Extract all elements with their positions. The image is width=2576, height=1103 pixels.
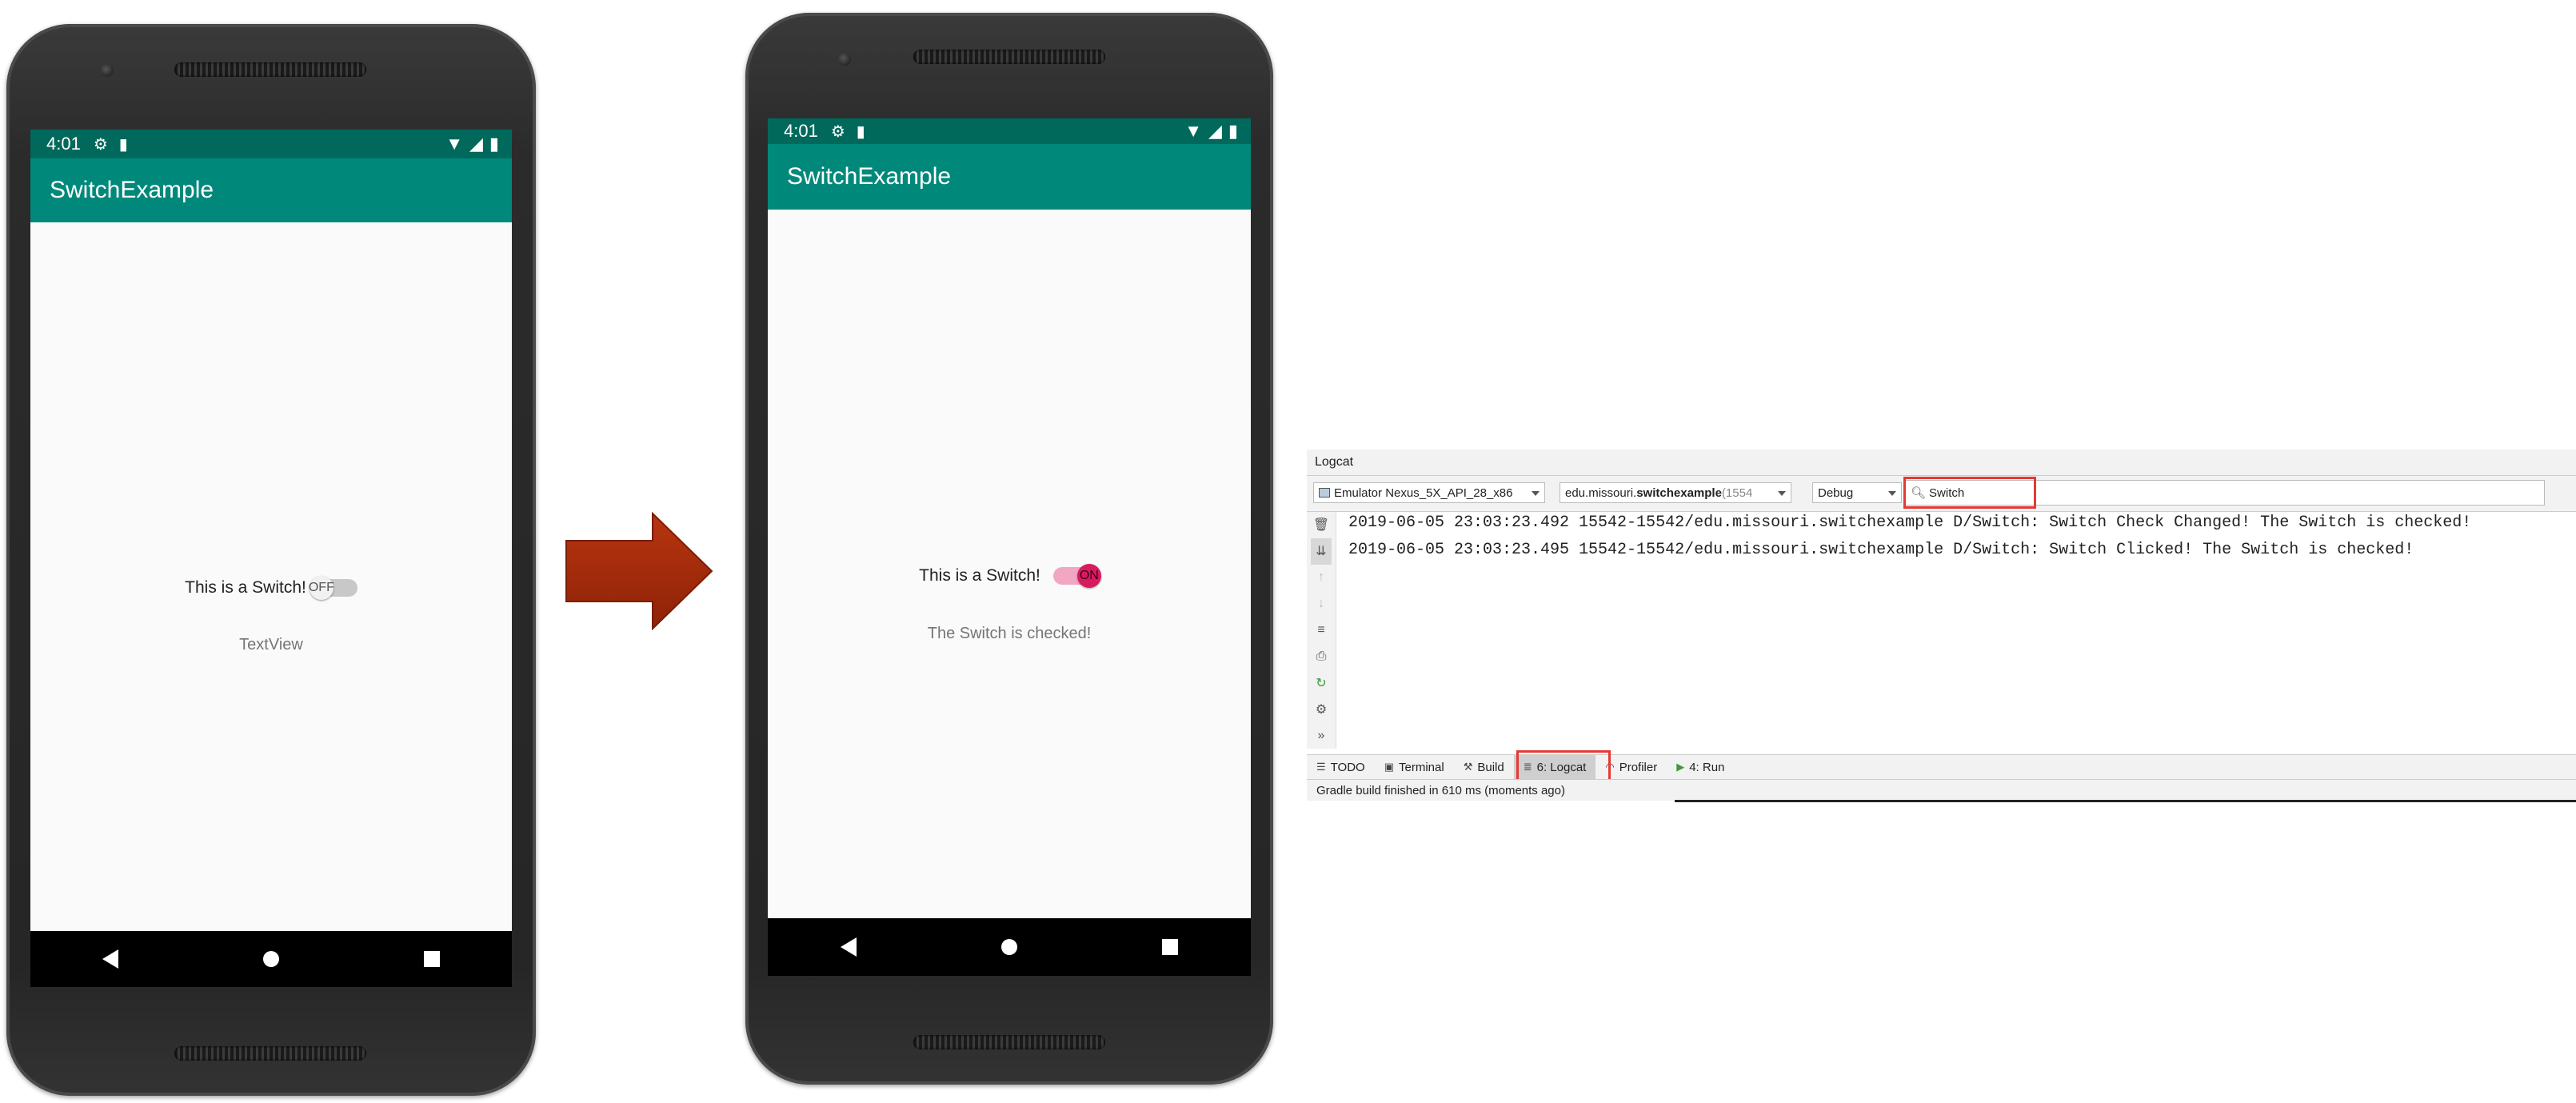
settings-icon: ⚙: [93, 135, 108, 154]
process-dropdown[interactable]: edu.missouri. switchexample (1554: [1560, 482, 1791, 503]
scroll-to-end-icon[interactable]: ⇊: [1311, 538, 1332, 565]
navigation-bar: [768, 918, 1251, 976]
device-value: Emulator Nexus_5X_API_28_x86: [1334, 486, 1513, 500]
restart-icon[interactable]: ↻: [1311, 669, 1332, 696]
status-bar: 4:01 ⚙ ▮ ▼ ◢ ▮: [30, 130, 512, 158]
signal-icon: ◢: [469, 134, 483, 154]
divider: [1675, 800, 2576, 802]
more-icon[interactable]: »: [1311, 722, 1332, 749]
wifi-icon: ▼: [1184, 121, 1202, 141]
transition-arrow-icon: [565, 512, 713, 630]
navigation-bar: [30, 931, 512, 987]
switch-row: This is a Switch! ON: [768, 562, 1251, 589]
switch-status-text: TextView: [239, 636, 303, 653]
tab-label: Terminal: [1399, 760, 1444, 774]
logcat-title-bar: Logcat: [1307, 450, 2576, 476]
hammer-icon: ⚒: [1463, 761, 1473, 773]
switch-label: This is a Switch!: [185, 578, 306, 597]
app-bar: SwitchExample: [30, 158, 512, 222]
switch-state-text: OFF: [308, 581, 334, 594]
log-level-dropdown[interactable]: Debug: [1812, 482, 1902, 503]
log-line: 2019-06-05 23:03:23.492 15542-15542/edu.…: [1348, 514, 2472, 532]
tab-build[interactable]: ⚒ Build: [1454, 755, 1514, 779]
soft-wrap-icon[interactable]: ≡: [1311, 617, 1332, 644]
app-title: SwitchExample: [50, 177, 214, 203]
tab-label: Profiler: [1619, 760, 1658, 774]
status-time: 4:01: [46, 134, 81, 154]
logcat-toolbar: Emulator Nexus_5X_API_28_x86 edu.missour…: [1307, 476, 2576, 512]
tab-run[interactable]: ▶ 4: Run: [1667, 755, 1734, 779]
signal-icon: ◢: [1208, 121, 1222, 141]
app-title: SwitchExample: [787, 163, 952, 190]
logcat-side-toolbar: 🗑︎ ⇊ ↑ ↓ ≡ ⎙ ↻ ⚙ »: [1307, 512, 1336, 749]
switch-state-text: ON: [1079, 569, 1099, 582]
settings-icon: ⚙: [830, 122, 845, 141]
ide-status-bar: Gradle build finished in 610 ms (moments…: [1307, 779, 2576, 801]
switch-toggle[interactable]: ON: [1052, 564, 1101, 588]
run-icon: ▶: [1676, 761, 1685, 773]
build-status-text: Gradle build finished in 610 ms (moments…: [1316, 783, 1565, 797]
phone-after: 4:01 ⚙ ▮ ▼ ◢ ▮ SwitchExample This is a S…: [745, 13, 1273, 1085]
process-prefix: edu.missouri.: [1565, 486, 1637, 500]
list-icon: ☰: [1316, 761, 1326, 773]
top-speaker: [913, 50, 1105, 64]
front-camera: [101, 64, 114, 77]
chevron-down-icon: [1888, 491, 1896, 496]
chevron-down-icon: [1778, 491, 1786, 496]
switch-row: This is a Switch! OFF: [30, 574, 512, 601]
log-output: 2019-06-05 23:03:23.492 15542-15542/edu.…: [1337, 512, 2576, 749]
sd-card-icon: ▮: [118, 135, 128, 154]
battery-icon: ▮: [489, 134, 499, 154]
search-highlight-box: [1903, 477, 2036, 509]
front-camera: [838, 53, 851, 66]
battery-icon: ▮: [1228, 121, 1238, 141]
recent-apps-icon[interactable]: [1162, 939, 1179, 955]
phone-screen: 4:01 ⚙ ▮ ▼ ◢ ▮ SwitchExample This is a S…: [768, 118, 1251, 976]
app-bar: SwitchExample: [768, 144, 1251, 210]
back-icon[interactable]: [102, 949, 119, 969]
gear-icon[interactable]: ⚙: [1311, 696, 1332, 722]
phone-screen: 4:01 ⚙ ▮ ▼ ◢ ▮ SwitchExample This is a S…: [30, 130, 512, 987]
tab-label: 4: Run: [1689, 760, 1725, 774]
tool-window-tabs: ☰ TODO ▣ Terminal ⚒ Build ≣ 6: Logcat ◠ Profi…: [1307, 754, 2576, 779]
status-bar: 4:01 ⚙ ▮ ▼ ◢ ▮: [768, 118, 1251, 144]
sd-card-icon: ▮: [856, 122, 865, 141]
tab-label: Build: [1477, 760, 1504, 774]
device-icon: [1319, 488, 1330, 498]
clear-log-icon[interactable]: 🗑︎: [1311, 512, 1332, 538]
bottom-speaker: [174, 1046, 366, 1061]
status-time: 4:01: [784, 121, 818, 141]
phone-before: 4:01 ⚙ ▮ ▼ ◢ ▮ SwitchExample This is a S…: [6, 24, 536, 1096]
switch-toggle[interactable]: OFF: [308, 576, 357, 600]
switch-status-text: The Switch is checked!: [927, 625, 1092, 642]
wifi-icon: ▼: [445, 134, 463, 154]
down-arrow-icon[interactable]: ↓: [1311, 591, 1332, 617]
chevron-down-icon: [1532, 491, 1540, 496]
log-level-value: Debug: [1818, 486, 1854, 500]
up-arrow-icon[interactable]: ↑: [1311, 565, 1332, 591]
home-icon[interactable]: [262, 951, 279, 967]
switch-thumb[interactable]: OFF: [308, 576, 334, 600]
terminal-icon: ▣: [1384, 761, 1395, 773]
process-suffix: (1554: [1721, 486, 1753, 500]
back-icon[interactable]: [840, 937, 857, 957]
home-icon[interactable]: [1000, 939, 1017, 955]
top-speaker: [174, 62, 366, 77]
device-dropdown[interactable]: Emulator Nexus_5X_API_28_x86: [1313, 482, 1545, 503]
log-line: 2019-06-05 23:03:23.495 15542-15542/edu.…: [1348, 541, 2414, 559]
tab-terminal[interactable]: ▣ Terminal: [1375, 755, 1454, 779]
process-name: switchexample: [1636, 486, 1722, 500]
tab-todo[interactable]: ☰ TODO: [1307, 755, 1375, 779]
logcat-title: Logcat: [1315, 455, 1354, 469]
logcat-panel: Logcat Emulator Nexus_5X_API_28_x86 edu.…: [1307, 450, 2576, 802]
recent-apps-icon[interactable]: [423, 951, 440, 967]
switch-label: This is a Switch!: [919, 566, 1040, 585]
bottom-speaker: [913, 1035, 1105, 1049]
tab-label: TODO: [1330, 760, 1365, 774]
print-icon[interactable]: ⎙: [1311, 643, 1332, 669]
switch-thumb[interactable]: ON: [1076, 564, 1101, 588]
